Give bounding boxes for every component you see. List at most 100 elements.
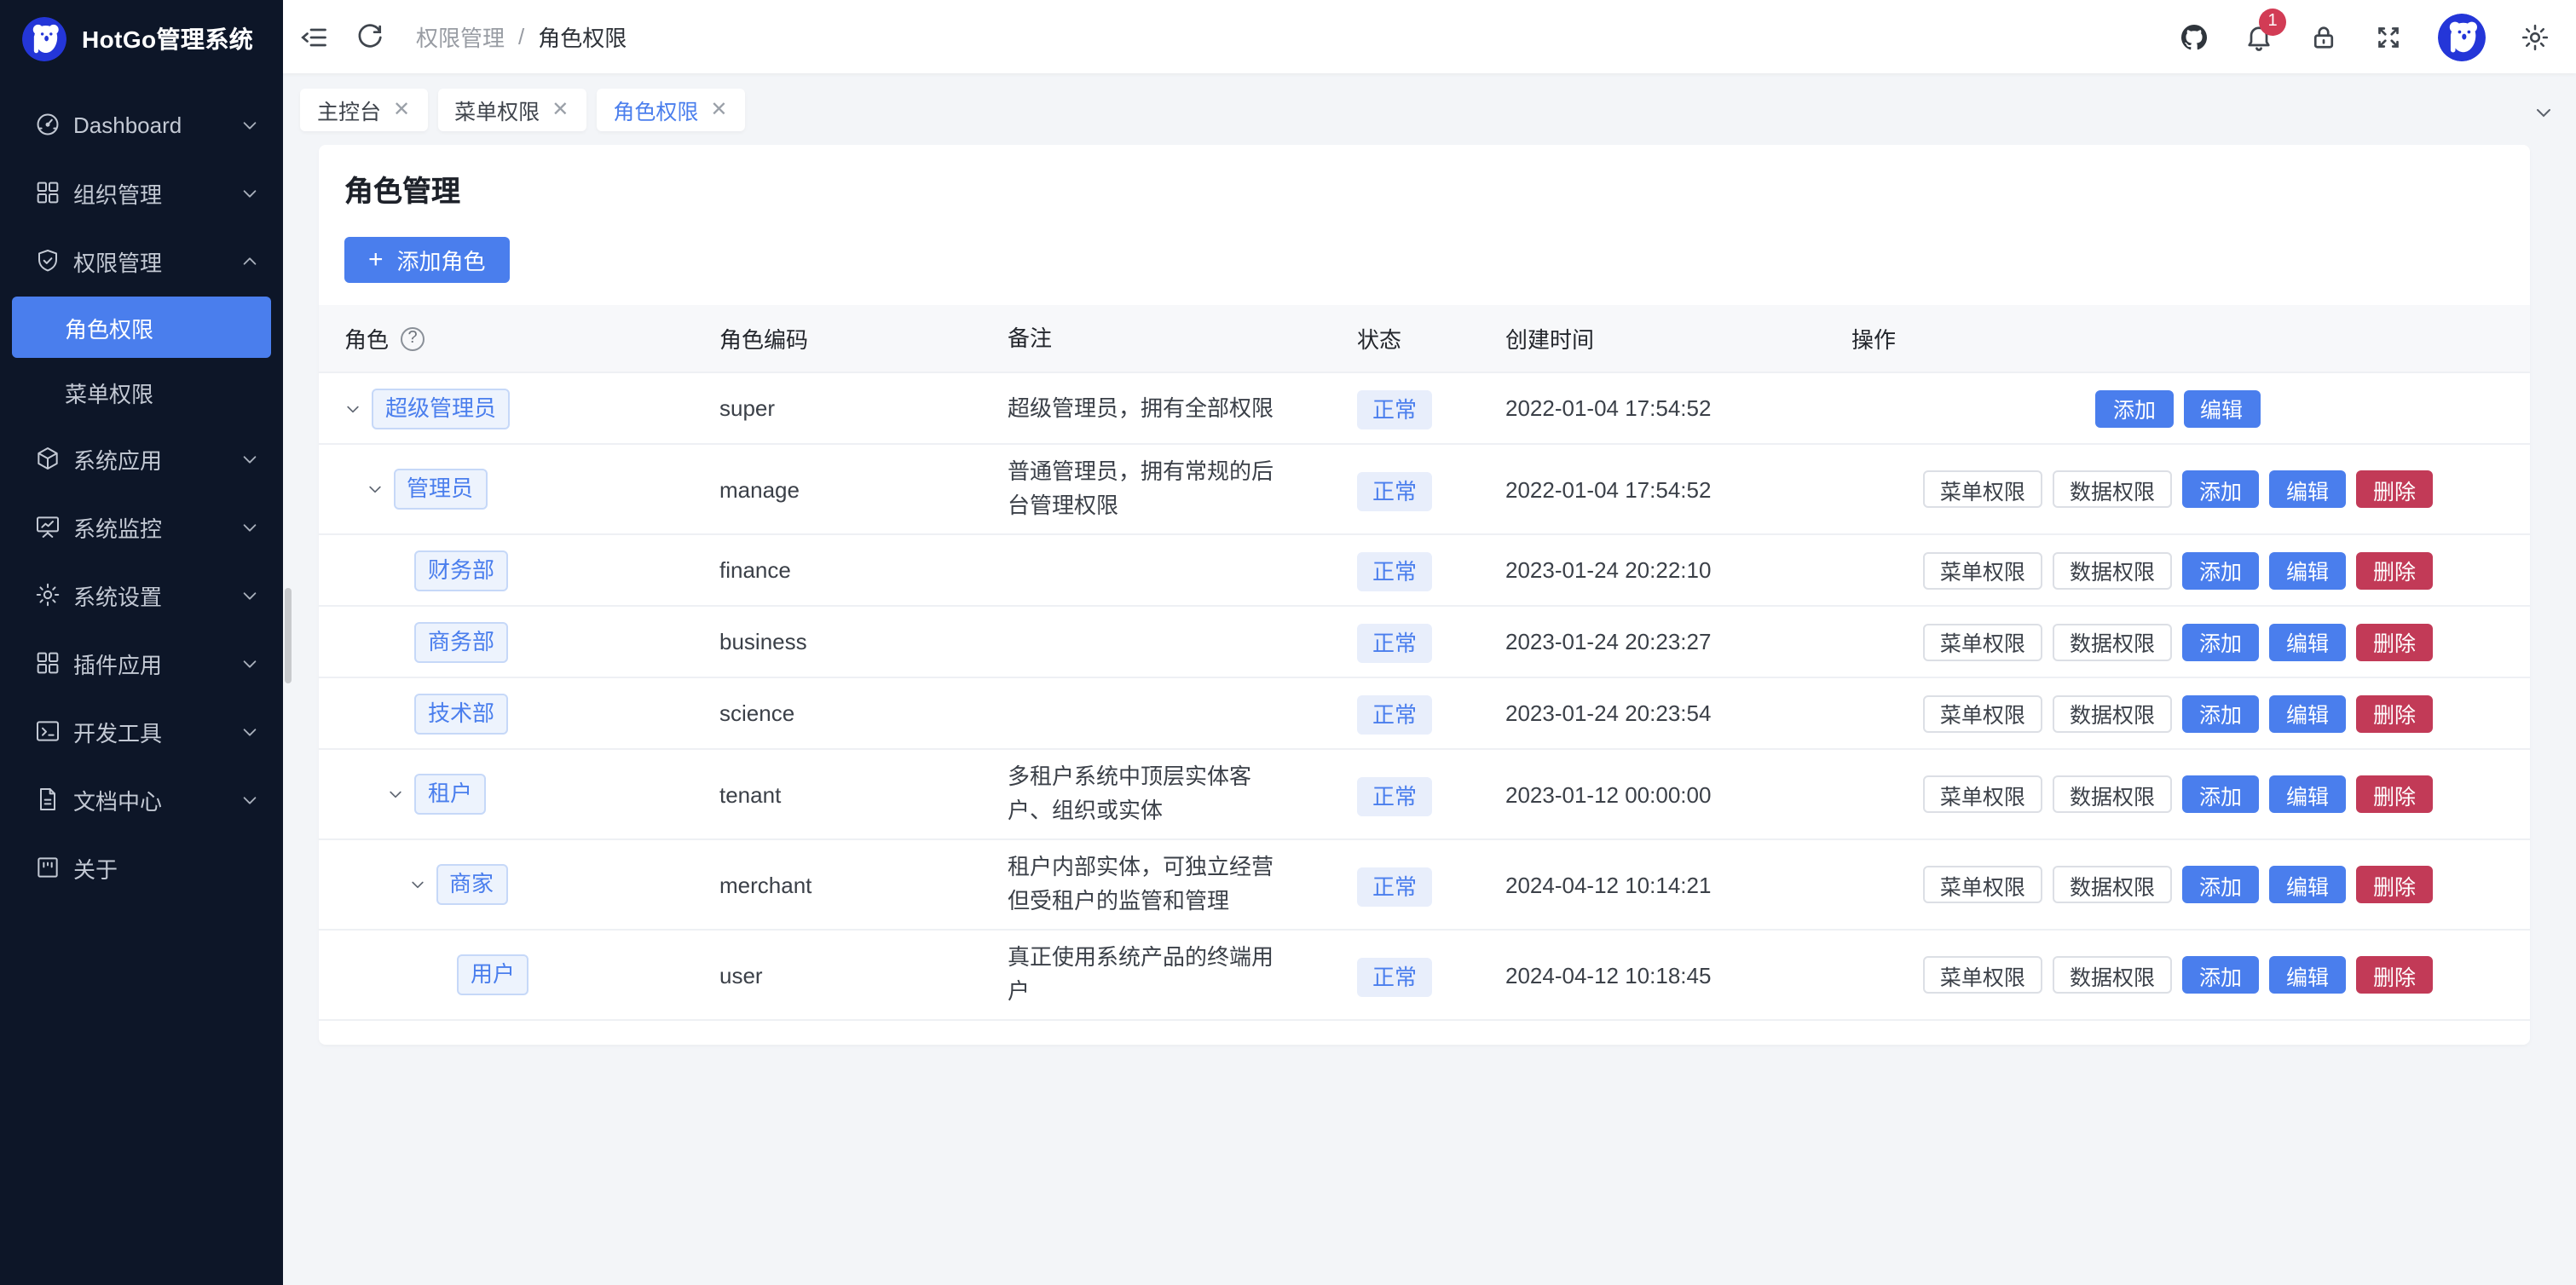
expand-chevron-icon[interactable] bbox=[408, 876, 425, 893]
add-role-button[interactable]: + 添加角色 bbox=[344, 237, 510, 283]
expand-chevron-icon[interactable] bbox=[344, 400, 361, 417]
data-permission-button[interactable]: 数据权限 bbox=[2053, 956, 2172, 994]
tab-console[interactable]: 主控台✕ bbox=[300, 88, 427, 130]
close-icon[interactable]: ✕ bbox=[393, 99, 410, 119]
hotgo-logo-icon bbox=[22, 17, 66, 61]
edit-button[interactable]: 编辑 bbox=[2269, 694, 2346, 732]
menu-permission-button[interactable]: 菜单权限 bbox=[1923, 551, 2042, 589]
data-permission-button[interactable]: 数据权限 bbox=[2053, 470, 2172, 508]
role-tag[interactable]: 财务部 bbox=[414, 550, 508, 591]
delete-button[interactable]: 删除 bbox=[2356, 775, 2433, 813]
sidebar-item-about[interactable]: 关于 bbox=[0, 835, 283, 900]
col-header-code: 角色编码 bbox=[694, 322, 982, 354]
menu-permission-button[interactable]: 菜单权限 bbox=[1923, 470, 2042, 508]
role-code-cell: merchant bbox=[694, 872, 982, 897]
sidebar-scrollbar[interactable] bbox=[285, 588, 292, 683]
help-question-icon[interactable]: ? bbox=[401, 326, 425, 350]
edit-button[interactable]: 编辑 bbox=[2269, 470, 2346, 508]
expand-chevron-icon[interactable] bbox=[366, 481, 383, 498]
devtools-icon bbox=[34, 717, 61, 745]
status-cell: 正常 bbox=[1331, 554, 1480, 586]
role-tag[interactable]: 商务部 bbox=[414, 621, 508, 662]
delete-button[interactable]: 删除 bbox=[2356, 623, 2433, 660]
lock-icon[interactable] bbox=[2308, 21, 2339, 52]
add-button[interactable]: 添加 bbox=[2096, 389, 2173, 427]
add-button[interactable]: 添加 bbox=[2182, 551, 2259, 589]
delete-button[interactable]: 删除 bbox=[2356, 694, 2433, 732]
edit-button[interactable]: 编辑 bbox=[2269, 866, 2346, 903]
add-button[interactable]: 添加 bbox=[2182, 956, 2259, 994]
status-badge: 正常 bbox=[1357, 471, 1432, 510]
data-permission-button[interactable]: 数据权限 bbox=[2053, 623, 2172, 660]
close-icon[interactable]: ✕ bbox=[710, 99, 727, 119]
tab-menu-permission[interactable]: 菜单权限✕ bbox=[437, 88, 586, 130]
logo-row[interactable]: HotGo管理系统 bbox=[0, 0, 283, 78]
sidebar-item-role-permission[interactable]: 角色权限 bbox=[12, 297, 271, 358]
close-icon[interactable]: ✕ bbox=[552, 99, 569, 119]
chevron-down-icon bbox=[240, 115, 259, 134]
sidebar-item-organization[interactable]: 组织管理 bbox=[0, 160, 283, 225]
breadcrumb-parent[interactable]: 权限管理 bbox=[416, 20, 505, 53]
menu-permission-button[interactable]: 菜单权限 bbox=[1923, 694, 2042, 732]
sidebar-item-dashboard[interactable]: Dashboard bbox=[0, 92, 283, 157]
notifications[interactable]: 1 bbox=[2244, 21, 2274, 52]
user-avatar[interactable] bbox=[2438, 13, 2486, 61]
refresh-icon[interactable] bbox=[355, 21, 385, 52]
menu-permission-button[interactable]: 菜单权限 bbox=[1923, 956, 2042, 994]
table-row: 用户user真正使用系统产品的终端用户正常2024-04-12 10:18:45… bbox=[319, 931, 2530, 1021]
data-permission-button[interactable]: 数据权限 bbox=[2053, 551, 2172, 589]
data-permission-button[interactable]: 数据权限 bbox=[2053, 775, 2172, 813]
actions-cell: 菜单权限数据权限添加编辑删除 bbox=[1826, 623, 2530, 660]
menu-fold-icon[interactable] bbox=[298, 21, 329, 52]
edit-button[interactable]: 编辑 bbox=[2269, 623, 2346, 660]
edit-button[interactable]: 编辑 bbox=[2183, 389, 2260, 427]
sidebar-item-dev-tools[interactable]: 开发工具 bbox=[0, 699, 283, 764]
data-permission-button[interactable]: 数据权限 bbox=[2053, 694, 2172, 732]
sidebar-item-permission[interactable]: 权限管理 bbox=[0, 228, 283, 293]
role-tag[interactable]: 超级管理员 bbox=[372, 388, 510, 429]
main-area: 权限管理 / 角色权限 1 bbox=[283, 0, 2576, 1285]
tab-role-permission[interactable]: 角色权限✕ bbox=[596, 88, 744, 130]
delete-button[interactable]: 删除 bbox=[2356, 470, 2433, 508]
add-button[interactable]: 添加 bbox=[2182, 623, 2259, 660]
sidebar-item-system-apps[interactable]: 系统应用 bbox=[0, 426, 283, 491]
status-badge: 正常 bbox=[1357, 624, 1432, 663]
remark-cell: 真正使用系统产品的终端用户 bbox=[982, 941, 1331, 1009]
data-permission-button[interactable]: 数据权限 bbox=[2053, 866, 2172, 903]
role-tag[interactable]: 商家 bbox=[436, 864, 507, 905]
edit-button[interactable]: 编辑 bbox=[2269, 775, 2346, 813]
delete-button[interactable]: 删除 bbox=[2356, 551, 2433, 589]
tab-options-chevron-icon[interactable] bbox=[2533, 101, 2554, 121]
menu-permission-button[interactable]: 菜单权限 bbox=[1923, 775, 2042, 813]
sidebar-item-menu-permission[interactable]: 菜单权限 bbox=[12, 361, 271, 423]
sidebar-item-plugin-apps[interactable]: 插件应用 bbox=[0, 631, 283, 695]
add-button[interactable]: 添加 bbox=[2182, 866, 2259, 903]
role-tag[interactable]: 技术部 bbox=[414, 693, 508, 734]
actions-cell: 菜单权限数据权限添加编辑删除 bbox=[1826, 956, 2530, 994]
fullscreen-icon[interactable] bbox=[2373, 21, 2404, 52]
submenu-permission: 角色权限菜单权限 bbox=[0, 297, 283, 423]
expand-chevron-icon[interactable] bbox=[387, 786, 404, 803]
sidebar-item-label: 文档中心 bbox=[73, 783, 240, 815]
sidebar-item-label: 关于 bbox=[73, 851, 259, 884]
add-button[interactable]: 添加 bbox=[2182, 470, 2259, 508]
edit-button[interactable]: 编辑 bbox=[2269, 551, 2346, 589]
add-button[interactable]: 添加 bbox=[2182, 775, 2259, 813]
delete-button[interactable]: 删除 bbox=[2356, 956, 2433, 994]
delete-button[interactable]: 删除 bbox=[2356, 866, 2433, 903]
sidebar-item-label: 系统设置 bbox=[73, 579, 240, 611]
sidebar-item-system-settings[interactable]: 系统设置 bbox=[0, 562, 283, 627]
role-tag[interactable]: 租户 bbox=[414, 774, 486, 815]
menu-permission-button[interactable]: 菜单权限 bbox=[1923, 866, 2042, 903]
role-tag[interactable]: 用户 bbox=[457, 954, 528, 995]
add-button[interactable]: 添加 bbox=[2182, 694, 2259, 732]
sidebar-item-system-monitor[interactable]: 系统监控 bbox=[0, 494, 283, 559]
edit-button[interactable]: 编辑 bbox=[2269, 956, 2346, 994]
gear-icon[interactable] bbox=[2520, 21, 2550, 52]
menu-permission-button[interactable]: 菜单权限 bbox=[1923, 623, 2042, 660]
permission-icon bbox=[34, 247, 61, 274]
role-tag[interactable]: 管理员 bbox=[393, 469, 487, 510]
sidebar-item-doc-center[interactable]: 文档中心 bbox=[0, 767, 283, 832]
breadcrumb-current[interactable]: 角色权限 bbox=[538, 20, 627, 53]
github-icon[interactable] bbox=[2179, 21, 2209, 52]
